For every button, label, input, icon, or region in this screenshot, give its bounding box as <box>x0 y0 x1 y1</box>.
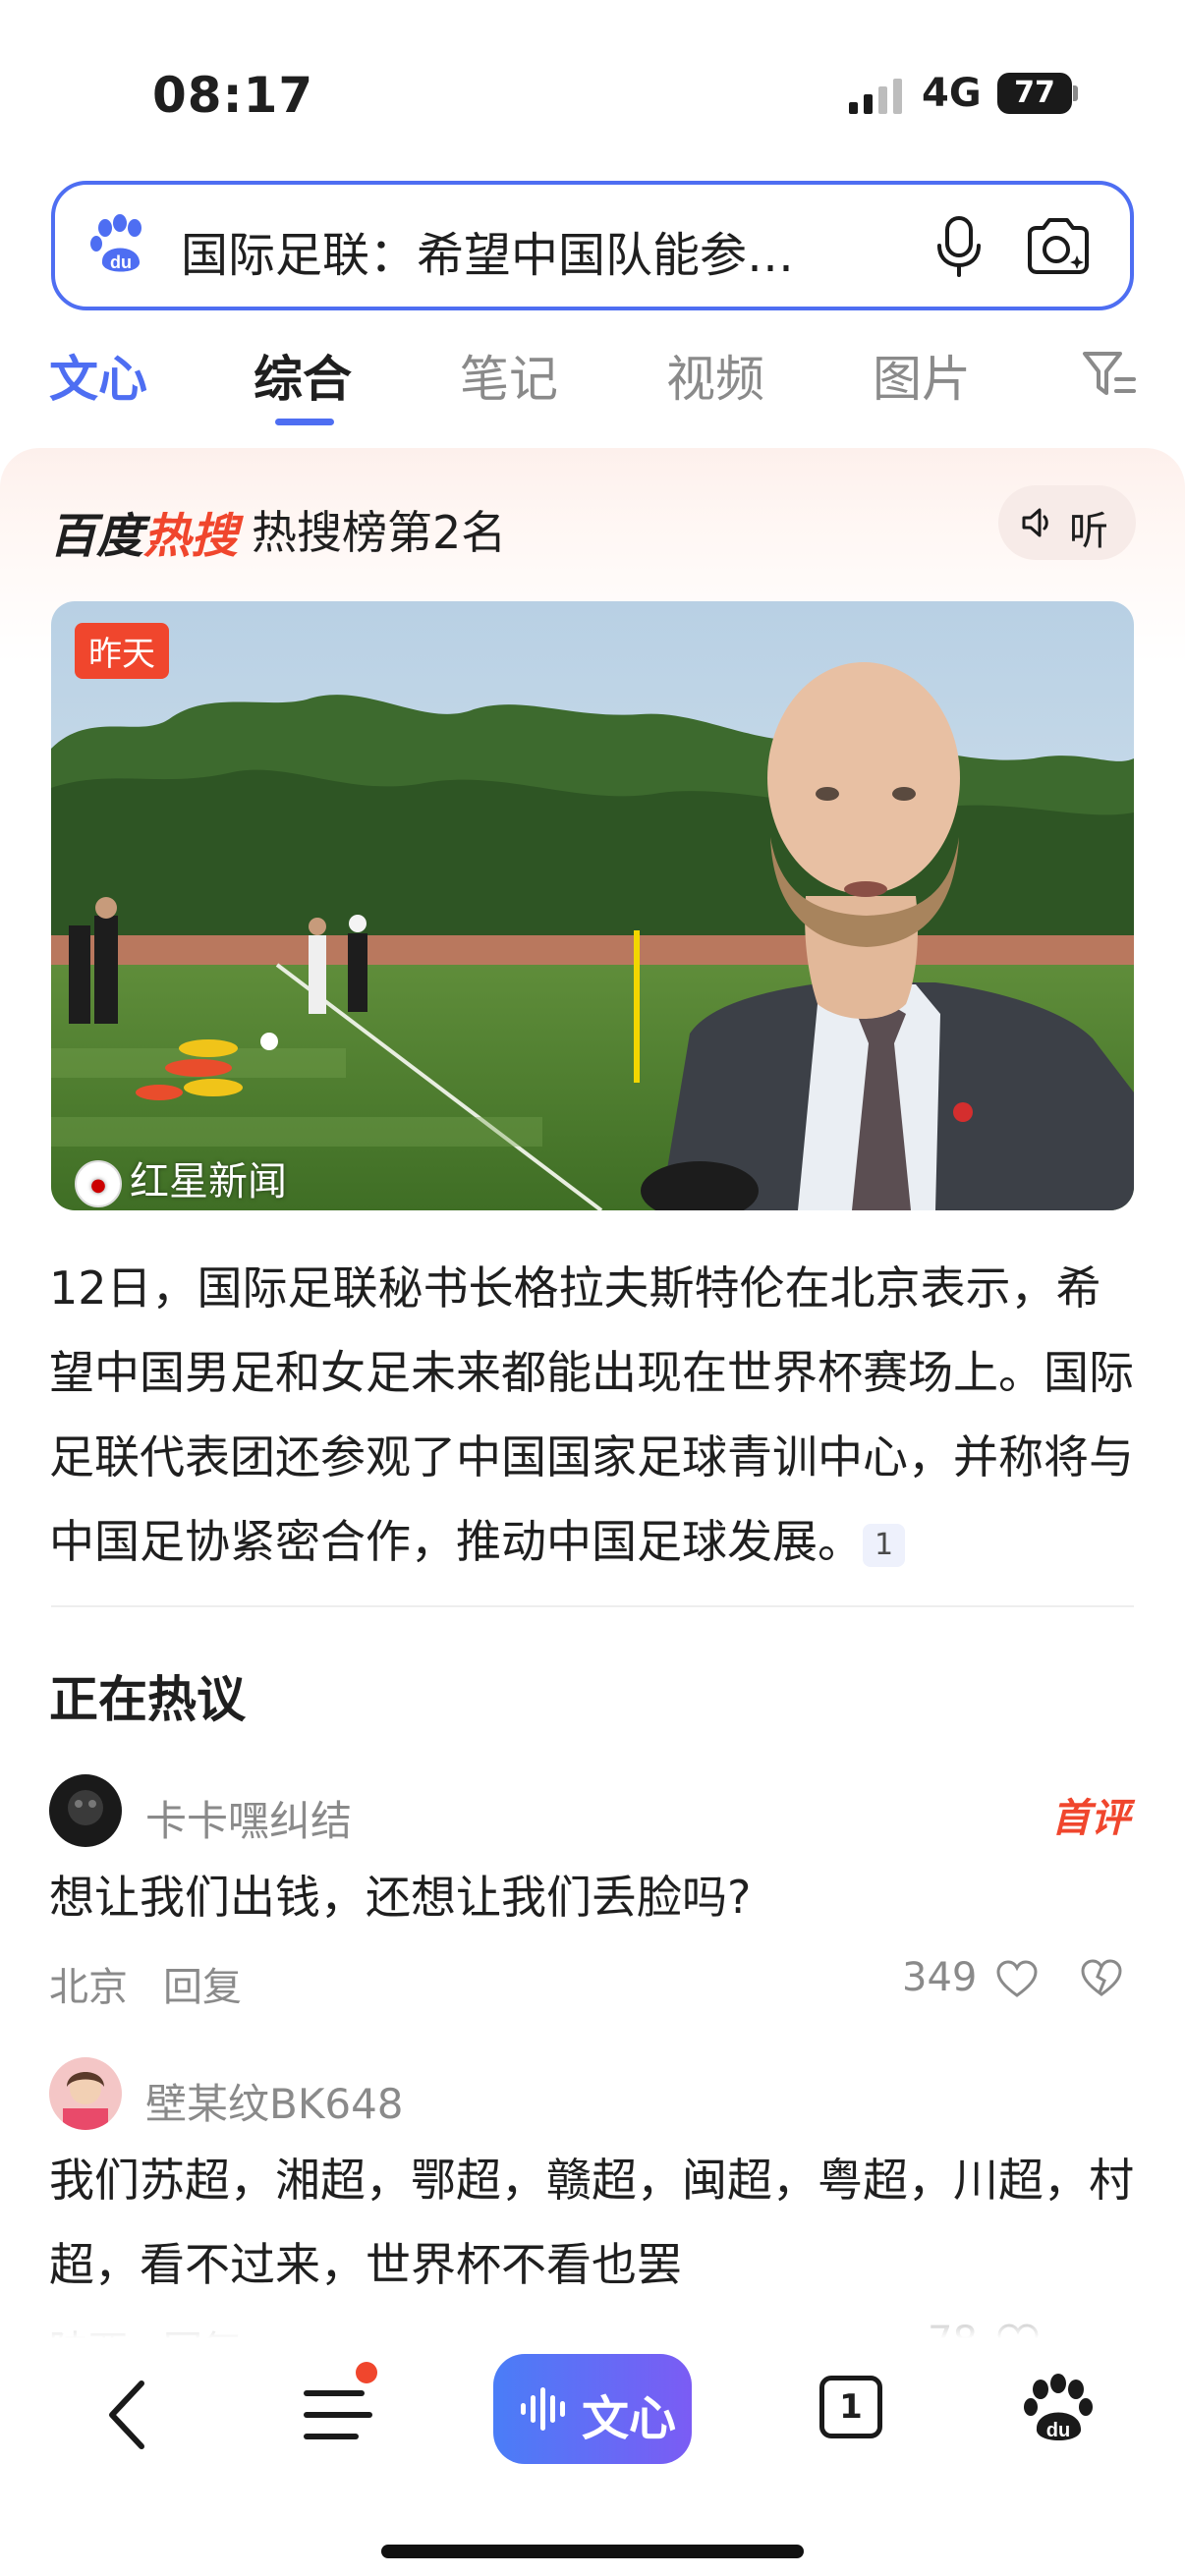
camera-icon[interactable] <box>1024 214 1093 279</box>
tab-videos[interactable]: 视频 <box>666 340 764 411</box>
bottom-nav: 文心 1 du <box>0 2338 1185 2576</box>
microphone-icon[interactable] <box>931 214 987 279</box>
time-badge: 昨天 <box>75 623 169 679</box>
status-bar: 08:17 4G 77 <box>0 0 1185 177</box>
signal-icon <box>849 79 902 114</box>
home-indicator[interactable] <box>381 2545 804 2558</box>
news-photo[interactable]: 昨天 ● 红星新闻 <box>51 601 1134 1210</box>
divider <box>51 1605 1134 1607</box>
notification-dot <box>356 2362 377 2383</box>
search-tabs: 文心 综合 笔记 视频 图片 <box>0 334 1185 432</box>
news-summary: 12日，国际足联秘书长格拉夫斯特伦在北京表示，希望中国男足和女足未来都能出现在世… <box>49 1261 1134 1568</box>
source-watermark: ● 红星新闻 <box>75 1149 287 1207</box>
news-photo-illustration <box>51 601 1134 1210</box>
svg-text:du: du <box>110 252 132 272</box>
baidu-paw-icon: du <box>90 214 141 272</box>
heart-icon <box>996 1960 1038 1997</box>
discussion-title: 正在热议 <box>49 1671 246 1728</box>
listen-button[interactable]: 听 <box>998 485 1136 560</box>
status-time: 08:17 <box>152 67 314 124</box>
bottom-fade <box>0 2299 1185 2338</box>
avatar[interactable] <box>49 1774 122 1847</box>
wenxin-label: 文心 <box>582 2391 677 2446</box>
first-comment-badge: 首评 <box>1051 1796 1130 1841</box>
comment-text: 想让我们出钱，还想让我们丢脸吗? <box>49 1871 752 1924</box>
battery-level: 77 <box>997 73 1072 114</box>
search-bar[interactable]: du 国际足联：希望中国队能参… <box>51 181 1134 310</box>
reply-button[interactable]: 回复 <box>163 1965 242 2010</box>
back-icon[interactable] <box>98 2376 157 2454</box>
like-count: 349 <box>902 1955 978 2000</box>
network-type: 4G <box>922 71 982 116</box>
menu-icon[interactable] <box>301 2381 375 2448</box>
tab-notes[interactable]: 笔记 <box>460 340 558 411</box>
speaker-icon <box>1022 508 1048 537</box>
active-tab-indicator <box>275 419 334 425</box>
tab-count-button[interactable]: 1 <box>819 2376 882 2438</box>
hot-search-card[interactable]: 百度热搜 热搜榜第2名 听 昨天 ● 红星新闻 12日，国际足联秘书长格拉夫斯特… <box>0 448 1185 1627</box>
search-input[interactable]: 国际足联：希望中国队能参… <box>181 216 794 285</box>
comment-location: 北京 <box>49 1965 128 2010</box>
source-logo-icon: ● <box>75 1160 122 1207</box>
hot-rank: 热搜榜第2名 <box>252 506 507 559</box>
avatar[interactable] <box>49 2057 122 2130</box>
tab-wenxin[interactable]: 文心 <box>49 340 147 411</box>
tab-comprehensive[interactable]: 综合 <box>254 340 352 411</box>
wenxin-button[interactable]: 文心 <box>493 2354 692 2464</box>
listen-label: 听 <box>1069 509 1108 554</box>
baidu-hot-logo: 百度热搜 <box>49 509 239 564</box>
like-button[interactable]: 349 <box>902 1955 1039 2000</box>
svg-text:du: du <box>1046 2420 1070 2441</box>
comment-text: 我们苏超，湘超，鄂超，赣超，闽超，粤超，川超，村超，看不过来，世界杯不看也罢 <box>49 2154 1134 2291</box>
comment-username[interactable]: 卡卡嘿纠结 <box>145 1788 352 1848</box>
broken-heart-icon[interactable] <box>1079 1959 1124 1998</box>
comment-username[interactable]: 壁某纹BK648 <box>145 2071 404 2131</box>
baidu-home-icon[interactable]: du <box>1022 2374 1095 2446</box>
tab-images[interactable]: 图片 <box>873 340 971 411</box>
filter-icon[interactable] <box>1081 348 1138 401</box>
sound-wave-icon <box>521 2387 565 2431</box>
battery-icon: 77 <box>997 73 1078 114</box>
citation-badge[interactable]: 1 <box>863 1523 906 1567</box>
comment-meta: 北京 回复 <box>49 1955 242 2012</box>
